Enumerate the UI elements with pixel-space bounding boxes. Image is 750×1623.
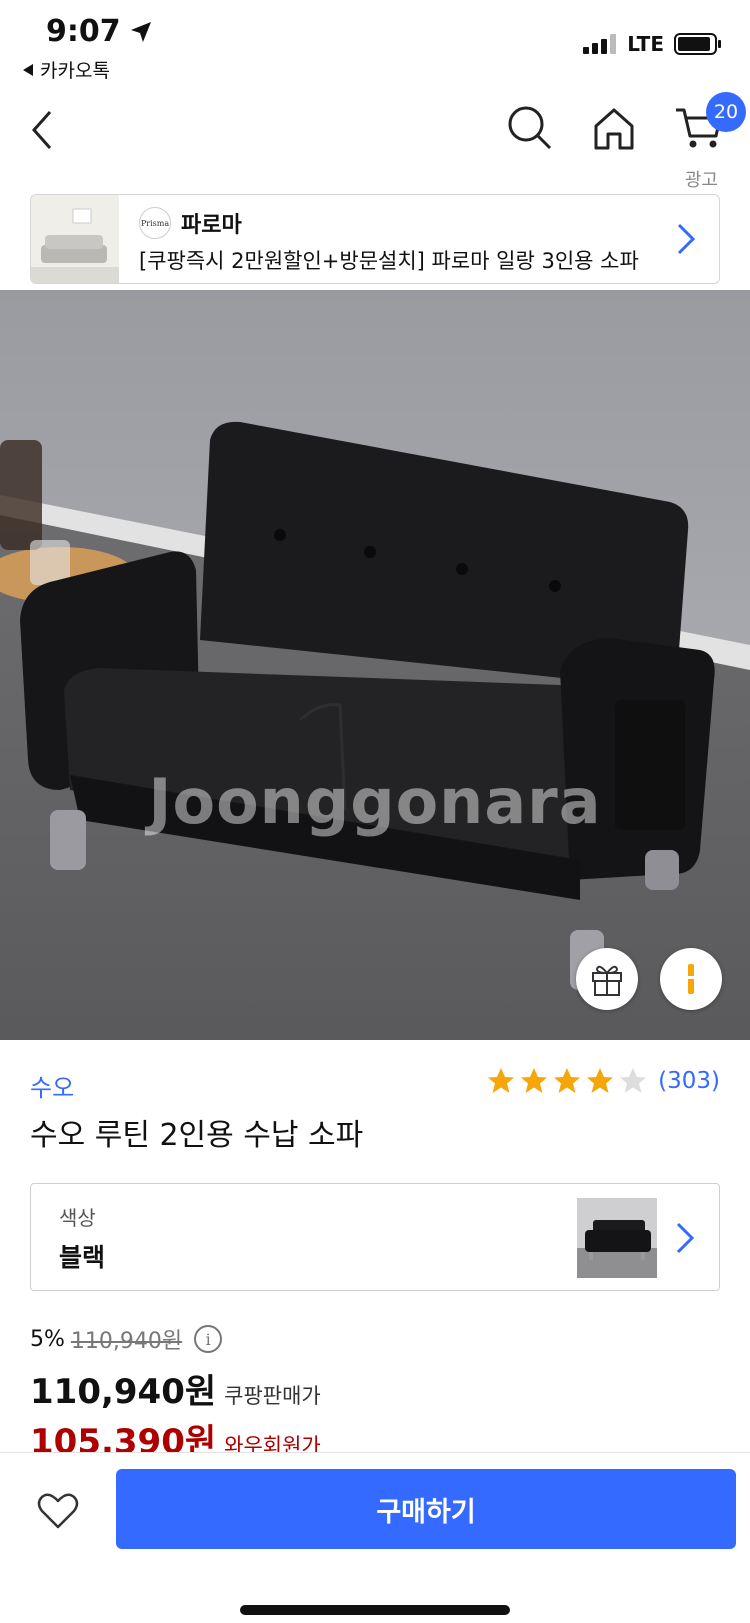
ad-label: 광고 <box>684 170 718 191</box>
signal-icon <box>583 34 617 54</box>
battery-icon <box>674 33 721 55</box>
rating-count[interactable]: (303) <box>658 1068 720 1094</box>
brand-link[interactable]: 수오 <box>30 1068 74 1103</box>
ad-banner[interactable]: Prisma 파로마 [쿠팡즉시 2만원할인+방문설치] 파로마 일랑 3인용 … <box>30 194 720 284</box>
heart-icon <box>37 1493 79 1529</box>
rating[interactable]: (303) <box>486 1066 720 1096</box>
chevron-right-icon <box>677 223 696 255</box>
sale-price-row: 110,940원 쿠팡판매가 <box>30 1364 321 1413</box>
sofa-photo <box>0 290 750 1040</box>
color-option-selector[interactable]: 색상 블랙 <box>30 1183 720 1291</box>
more-button[interactable] <box>660 948 722 1010</box>
product-image[interactable]: Joonggonara <box>0 290 750 1040</box>
home-icon <box>594 108 634 150</box>
discount-rate: 5% <box>30 1326 65 1352</box>
status-time: 9:07 <box>46 14 121 49</box>
status-bar-right: LTE <box>583 32 722 56</box>
ad-brand-name: 파로마 <box>181 213 242 238</box>
buy-button[interactable]: 구매하기 <box>116 1469 736 1549</box>
gift-button[interactable] <box>576 948 638 1010</box>
back-button[interactable] <box>24 100 74 160</box>
gift-icon <box>592 965 622 996</box>
star-filled-icon <box>554 1068 581 1093</box>
option-thumbnail <box>577 1198 657 1278</box>
sale-price-label: 쿠팡판매가 <box>224 1384 321 1408</box>
more-icon <box>688 964 694 994</box>
ad-thumbnail <box>31 195 119 283</box>
status-bar-left: 9:07 <box>46 14 153 49</box>
location-arrow-icon <box>130 21 151 42</box>
back-triangle-icon <box>23 63 33 76</box>
product-title: 수오 루틴 2인용 수납 소파 <box>30 1118 364 1153</box>
info-icon[interactable]: i <box>194 1325 223 1353</box>
home-indicator <box>240 1605 510 1615</box>
search-button[interactable] <box>502 100 558 156</box>
star-filled-icon <box>587 1068 614 1093</box>
rating-stars <box>486 1066 648 1096</box>
search-icon <box>508 106 552 150</box>
back-arrow-icon <box>31 111 52 149</box>
bottom-action-bar: 구매하기 <box>0 1452 750 1623</box>
option-value: 블랙 <box>59 1243 106 1272</box>
network-label: LTE <box>627 32 664 56</box>
original-price: 110,940원 <box>70 1329 183 1354</box>
back-to-app-link[interactable]: 카카오톡 <box>22 56 110 83</box>
discount-row: 5% 110,940원 i <box>30 1323 223 1355</box>
ad-brand-logo: Prisma <box>139 207 171 239</box>
wishlist-button[interactable] <box>34 1487 82 1535</box>
sale-price: 110,940원 <box>30 1372 217 1412</box>
cart-count-badge: 20 <box>706 92 746 132</box>
star-filled-icon <box>488 1068 515 1093</box>
option-label: 색상 <box>59 1206 96 1230</box>
star-filled-icon <box>521 1068 548 1093</box>
watermark: Joonggonara <box>148 765 602 838</box>
ad-title: [쿠팡즉시 2만원할인+방문설치] 파로마 일랑 3인용 소파 <box>139 249 639 273</box>
star-empty-icon <box>620 1068 647 1093</box>
chevron-right-icon <box>676 1222 695 1254</box>
back-app-label: 카카오톡 <box>40 60 110 82</box>
home-button[interactable] <box>586 100 642 156</box>
